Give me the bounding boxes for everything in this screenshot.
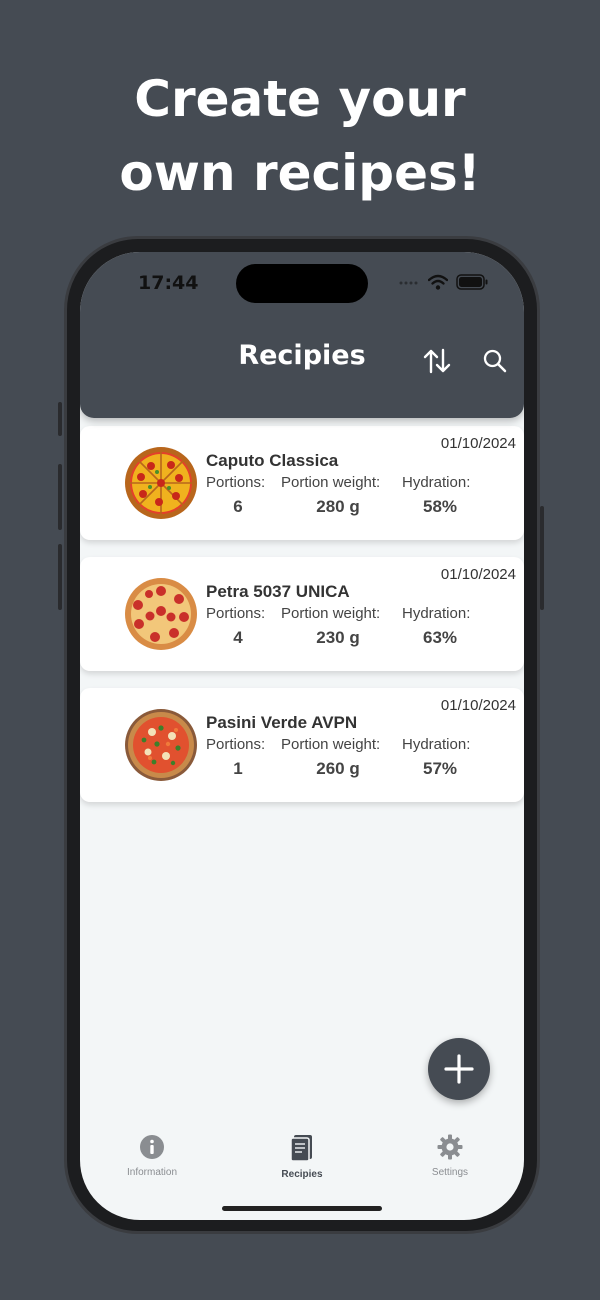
sort-icon [423, 348, 451, 374]
cellular-signal-icon [399, 281, 418, 285]
portions-value: 1 [233, 759, 243, 778]
tab-recipies-label: Recipies [281, 1169, 323, 1180]
sort-button[interactable] [420, 344, 454, 378]
recipe-date: 01/10/2024 [440, 435, 516, 452]
recipe-card[interactable]: 01/10/2024 Petra 5037 UNICA Portions: Po… [80, 557, 524, 671]
tab-settings-label: Settings [431, 1167, 469, 1178]
recipe-book-icon [290, 1135, 312, 1162]
app-header: 17:44 Recipies [80, 252, 524, 418]
recipe-card[interactable]: 01/10/2024 Caputo Classica Portions: Por… [80, 426, 524, 540]
recipe-card[interactable]: 01/10/2024 Pasini Verde AVPN Portions: P… [80, 688, 524, 802]
info-icon [140, 1135, 164, 1159]
tab-settings[interactable]: Settings [390, 1134, 510, 1178]
promo-headline-line2: own recipes! [119, 144, 481, 202]
portion-weight-label: Portion weight: [281, 474, 381, 491]
recipe-date: 01/10/2024 [440, 697, 516, 714]
portion-weight-value: 260 g [316, 759, 360, 778]
status-time: 17:44 [138, 272, 199, 294]
promo-headline: Create your own recipes! [0, 62, 600, 210]
page-title: Recipies [238, 340, 366, 371]
dynamic-island [236, 264, 368, 303]
tab-information[interactable]: Information [92, 1134, 212, 1178]
tab-information-label: Information [126, 1167, 178, 1178]
recipe-list: 01/10/2024 Caputo Classica Portions: Por… [80, 426, 524, 819]
hydration-value: 63% [422, 628, 458, 647]
promo-headline-line1: Create your [134, 70, 466, 128]
pizza-thumbnail [125, 709, 197, 781]
tab-recipies[interactable]: Recipies [242, 1134, 362, 1180]
portions-value: 6 [233, 497, 243, 516]
recipe-name: Caputo Classica [206, 451, 339, 470]
plus-icon [444, 1054, 474, 1084]
battery-icon [456, 274, 488, 290]
recipe-name: Pasini Verde AVPN [206, 713, 358, 732]
app-screen: 17:44 Recipies 01/10/2024 Caputo Classic… [80, 252, 524, 1220]
phone-mute-switch [58, 402, 62, 436]
pizza-thumbnail [125, 447, 197, 519]
home-indicator[interactable] [222, 1206, 382, 1211]
search-icon [483, 349, 507, 373]
wifi-icon [428, 274, 448, 290]
portions-label: Portions: [206, 474, 266, 491]
hydration-label: Hydration: [402, 605, 471, 622]
gear-icon [437, 1134, 463, 1160]
portions-label: Portions: [206, 736, 266, 753]
portion-weight-label: Portion weight: [281, 736, 381, 753]
phone-volume-down [58, 544, 62, 610]
recipe-name: Petra 5037 UNICA [206, 582, 350, 601]
hydration-label: Hydration: [402, 474, 471, 491]
add-recipe-button[interactable] [428, 1038, 490, 1100]
recipe-date: 01/10/2024 [440, 566, 516, 583]
hydration-value: 58% [422, 497, 458, 516]
phone-power-button [540, 506, 544, 610]
phone-volume-up [58, 464, 62, 530]
pizza-thumbnail [125, 578, 197, 650]
portion-weight-label: Portion weight: [281, 605, 381, 622]
hydration-label: Hydration: [402, 736, 471, 753]
portions-label: Portions: [206, 605, 266, 622]
portion-weight-value: 230 g [316, 628, 360, 647]
portion-weight-value: 280 g [316, 497, 360, 516]
hydration-value: 57% [422, 759, 458, 778]
status-icons [398, 274, 488, 290]
search-button[interactable] [478, 344, 512, 378]
portions-value: 4 [233, 628, 243, 647]
tab-bar: Information Recipies Settings [80, 1134, 524, 1194]
